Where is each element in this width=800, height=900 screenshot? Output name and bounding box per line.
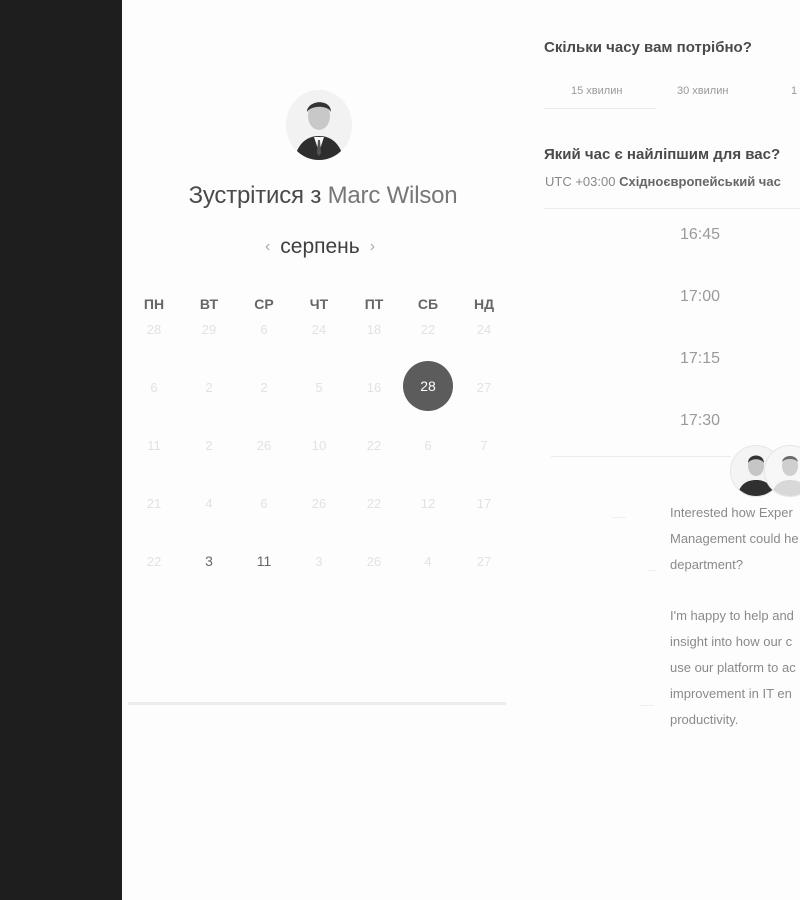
- calendar-day-available[interactable]: 11: [249, 553, 279, 569]
- time-slot[interactable]: 16:45: [650, 226, 750, 244]
- calendar-day: 16: [366, 380, 382, 395]
- month-label: серпень: [280, 235, 360, 258]
- calendar-day: 22: [420, 322, 436, 337]
- description-line: use our platform to ac: [670, 659, 796, 675]
- calendar-day: 24: [311, 322, 327, 337]
- calendar-day: 5: [315, 380, 323, 395]
- duration-option-60[interactable]: 1: [791, 85, 797, 97]
- selected-calendar-day[interactable]: 28: [403, 361, 453, 411]
- calendar-day: 22: [366, 496, 382, 511]
- time-slot[interactable]: 17:15: [650, 350, 750, 368]
- description-line: department?: [670, 556, 743, 572]
- calendar-divider: [128, 702, 506, 705]
- description-paragraph-1: Interested how Exper Management could he…: [670, 500, 800, 577]
- description-line: Interested how Exper: [670, 505, 793, 520]
- meeting-title: Зустрітися з Marc Wilson: [128, 182, 518, 210]
- calendar-day: 6: [260, 496, 268, 511]
- description-line: I'm happy to help and: [670, 608, 794, 624]
- calendar-day: 29: [201, 322, 217, 337]
- description-paragraph-2: I'm happy to help and insight into how o…: [670, 603, 800, 732]
- calendar-day: 6: [260, 322, 268, 337]
- calendar-day: 17: [476, 496, 492, 511]
- calendar-day: 18: [366, 322, 382, 337]
- chevron-left-icon[interactable]: ‹: [255, 238, 280, 256]
- slots-divider: [551, 456, 731, 457]
- calendar-day: 2: [205, 438, 213, 453]
- timezone-name: Східноєвропейський час: [619, 174, 781, 189]
- calendar-day: 27: [476, 380, 492, 395]
- timezone-offset: UTC +03:00: [545, 174, 616, 189]
- timezone-label[interactable]: UTC +03:00 Східноєвропейський час: [545, 174, 781, 189]
- host-avatar: [286, 90, 352, 160]
- host-name: Marc Wilson: [327, 182, 458, 209]
- calendar-day: 7: [480, 438, 488, 453]
- calendar-day: 6: [150, 380, 158, 395]
- calendar-day: 12: [420, 496, 436, 511]
- calendar-day: 22: [366, 438, 382, 453]
- calendar-day: 26: [366, 554, 382, 569]
- calendar-day: 27: [476, 554, 492, 569]
- month-navigator: ‹ серпень ›: [240, 232, 400, 262]
- calendar-day: 26: [311, 496, 327, 511]
- calendar-day: 28: [146, 322, 162, 337]
- faint-divider: [648, 570, 656, 571]
- weekday-fri: ПТ: [364, 296, 384, 312]
- weekday-thu: ЧТ: [309, 296, 329, 312]
- weekday-mon: ПН: [143, 296, 165, 312]
- faint-divider: [640, 705, 654, 706]
- calendar-day: 2: [205, 380, 213, 395]
- chevron-right-icon[interactable]: ›: [360, 238, 385, 256]
- duration-option-30[interactable]: 30 хвилин: [677, 85, 728, 97]
- calendar-day: 10: [311, 438, 327, 453]
- duration-tab-underline: [544, 108, 656, 109]
- weekday-tue: ВТ: [199, 296, 219, 312]
- duration-option-15[interactable]: 15 хвилин: [571, 85, 622, 97]
- calendar-day: 26: [256, 438, 272, 453]
- meeting-description: Interested how Exper Management could he…: [670, 500, 800, 732]
- host-avatar-2-photo: [765, 446, 800, 496]
- weekday-sun: НД: [473, 296, 495, 312]
- calendar-day: 3: [315, 554, 323, 569]
- calendar-day: 24: [476, 322, 492, 337]
- weekday-wed: СР: [254, 296, 274, 312]
- faint-divider: [612, 517, 626, 518]
- host-avatar-photo: [286, 90, 352, 160]
- time-question: Який час є найліпшим для вас?: [544, 146, 781, 163]
- timezone-divider: [544, 208, 800, 209]
- description-line: productivity.: [670, 711, 739, 727]
- duration-question: Скільки часу вам потрібно?: [544, 39, 752, 56]
- description-line: insight into how our c: [670, 634, 793, 650]
- description-line: improvement in IT en: [670, 685, 792, 701]
- calendar-day: 2: [260, 380, 268, 395]
- title-prefix: Зустрітися з: [188, 182, 322, 209]
- calendar-day-available[interactable]: 3: [194, 553, 224, 569]
- left-dark-panel: [0, 0, 122, 900]
- calendar-day: 6: [424, 438, 432, 453]
- time-slot[interactable]: 17:30: [650, 412, 750, 430]
- weekday-sat: СБ: [417, 296, 439, 312]
- calendar-day: 21: [146, 496, 162, 511]
- time-slot[interactable]: 17:00: [650, 288, 750, 306]
- calendar-day: 4: [424, 554, 432, 569]
- calendar-day: 11: [147, 438, 161, 453]
- calendar-day: 4: [205, 496, 213, 511]
- description-line: Management could he: [670, 530, 799, 546]
- calendar-day: 22: [146, 554, 162, 569]
- host-avatars: [730, 445, 800, 497]
